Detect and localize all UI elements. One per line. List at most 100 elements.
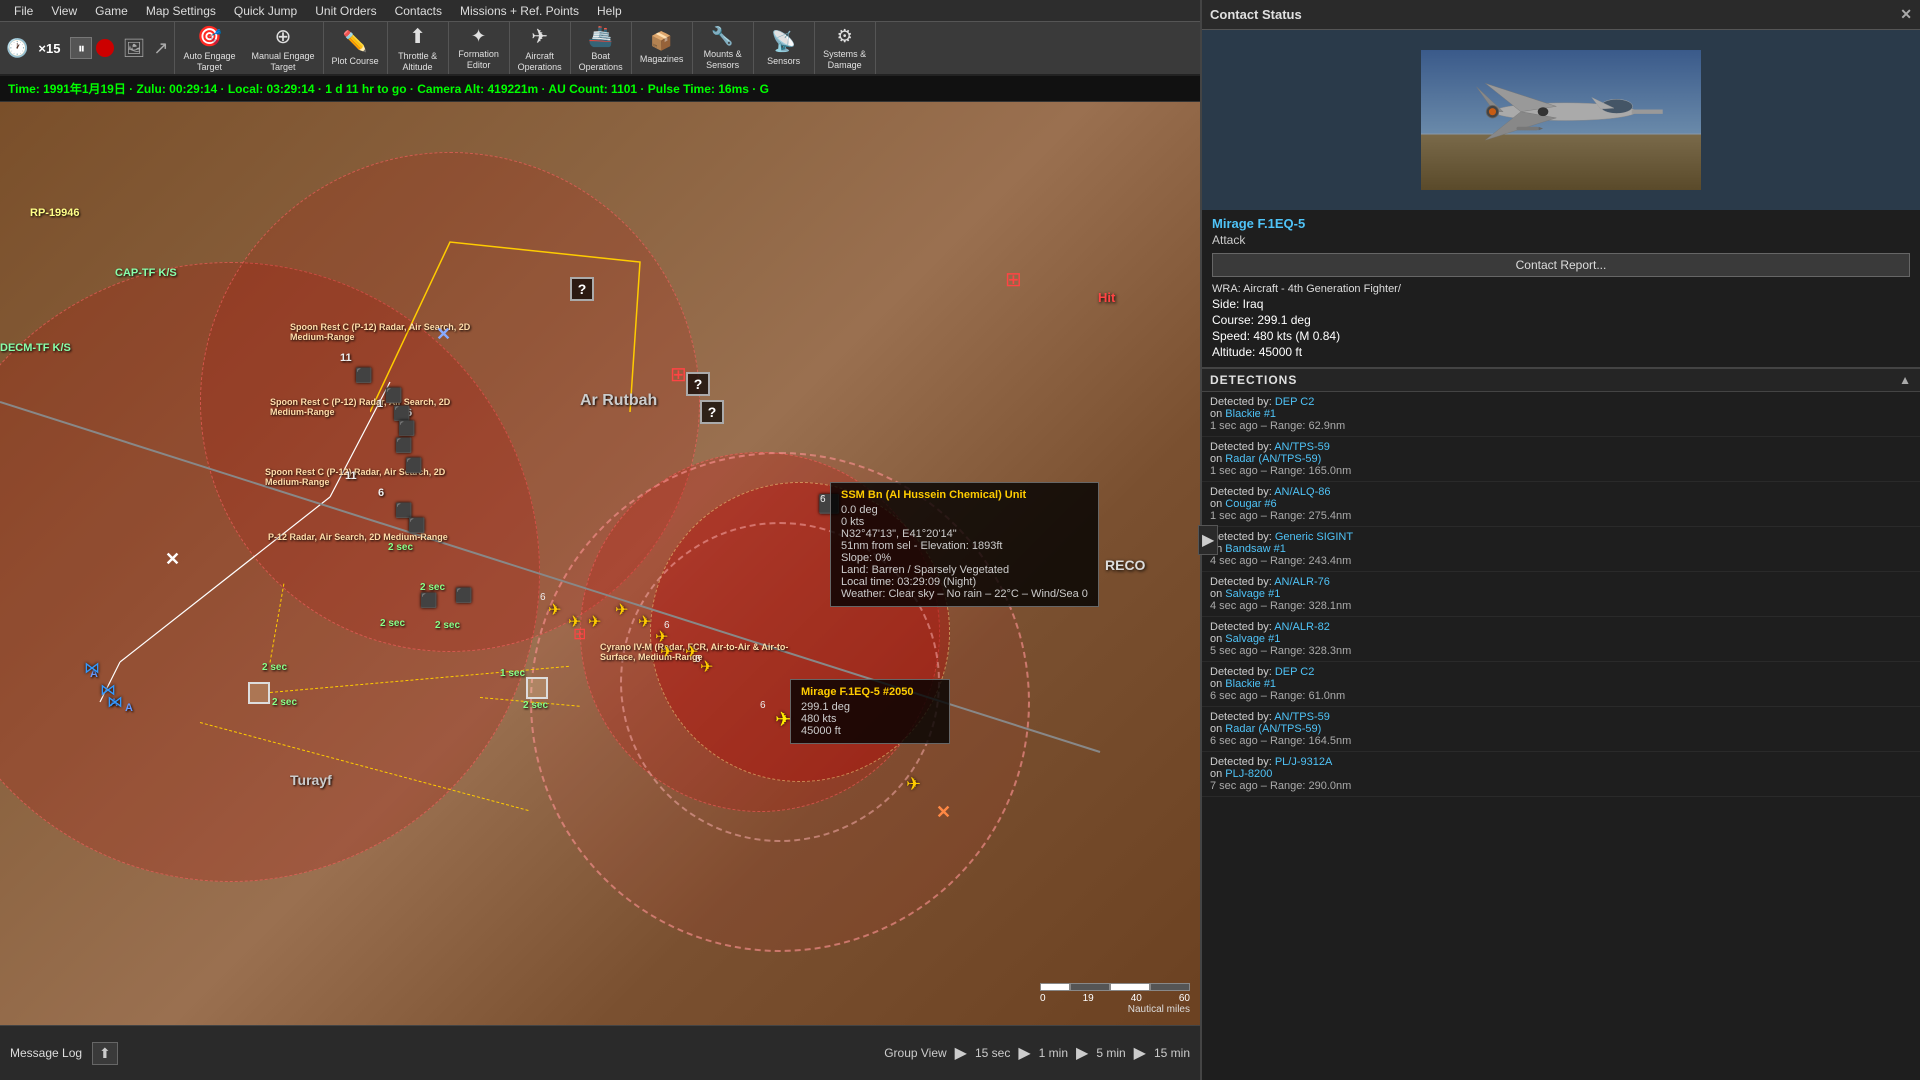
unknown-unit-3[interactable]: ? xyxy=(700,400,724,424)
det-range-8: – Range: 290.0nm xyxy=(1261,780,1352,792)
menu-map-settings[interactable]: Map Settings xyxy=(138,2,224,20)
red-unit-6[interactable]: ⬛ xyxy=(405,457,422,474)
magazines-button[interactable]: 📦 Magazines xyxy=(632,22,692,74)
red-unit-5[interactable]: ⬛ xyxy=(395,437,412,454)
boat-ops-button[interactable]: 🚢 BoatOperations xyxy=(571,22,631,74)
yellow-unit-7[interactable]: ✈ xyxy=(660,642,673,662)
red-unit-large-1[interactable]: ⊞ xyxy=(670,362,687,387)
unknown-unit-2[interactable]: ? xyxy=(686,372,710,396)
blue-unit-1[interactable]: ⋈ xyxy=(84,658,100,678)
blue-unit-3[interactable]: ⋈ xyxy=(107,692,123,712)
systems-damage-button[interactable]: ⚙ Systems &Damage xyxy=(815,22,875,74)
mounts-button[interactable]: 🔧 Mounts &Sensors xyxy=(693,22,753,74)
mounts-label: Mounts &Sensors xyxy=(704,49,742,71)
det-on-4[interactable]: Salvage #1 xyxy=(1225,588,1280,600)
play-1min[interactable]: ▶ xyxy=(1018,1043,1030,1063)
screenshot-icon[interactable]: 🖼 xyxy=(122,38,145,59)
waypoint-1[interactable] xyxy=(248,682,270,704)
toolbar-group-sensors: 📡 Sensors xyxy=(754,22,815,74)
auto-engage-button[interactable]: 🎯 Auto EngageTarget xyxy=(175,22,243,74)
det-on-5[interactable]: Salvage #1 xyxy=(1225,633,1280,645)
message-log-label[interactable]: Message Log xyxy=(10,1046,82,1060)
expand-map-button[interactable]: ▶ xyxy=(1198,525,1218,555)
time-label-7: 2 sec xyxy=(272,697,297,708)
crosshair-white-1[interactable]: ✕ xyxy=(165,549,180,570)
toolbar-group-engage: 🎯 Auto EngageTarget ⊕ Manual EngageTarge… xyxy=(175,22,323,74)
play-15min[interactable]: ▶ xyxy=(1134,1043,1146,1063)
yellow-unit-2[interactable]: ✈ xyxy=(568,612,581,632)
sensors-button[interactable]: 📡 Sensors xyxy=(754,22,814,74)
waypoint-2[interactable] xyxy=(526,677,548,699)
play-5min[interactable]: ▶ xyxy=(1076,1043,1088,1063)
yellow-unit-5[interactable]: ✈ xyxy=(638,612,651,632)
menu-file[interactable]: File xyxy=(6,2,41,20)
detections-list[interactable]: Detected by: DEP C2 on Blackie #1 1 sec … xyxy=(1202,392,1920,1080)
det-on-3[interactable]: Bandsaw #1 xyxy=(1225,543,1286,555)
unit-count-5: 6 xyxy=(378,487,384,499)
menu-unit-orders[interactable]: Unit Orders xyxy=(307,2,384,20)
formation-editor-button[interactable]: ✦ FormationEditor xyxy=(449,22,509,74)
scale-line xyxy=(1040,983,1190,991)
det-time-0: 1 sec ago xyxy=(1210,420,1258,432)
plot-course-button[interactable]: ✏️ Plot Course xyxy=(324,22,387,74)
det-on-6[interactable]: Blackie #1 xyxy=(1225,678,1276,690)
detections-collapse[interactable]: ▲ xyxy=(1899,373,1912,387)
detection-item-2: Detected by: AN/ALQ-86 on Cougar #6 1 se… xyxy=(1202,482,1920,527)
yellow-unit-1[interactable]: ✈ xyxy=(548,600,561,620)
manual-engage-button[interactable]: ⊕ Manual EngageTarget xyxy=(243,22,322,74)
det-by-1[interactable]: AN/TPS-59 xyxy=(1274,441,1330,453)
crosshair-blue-1[interactable]: ✕ xyxy=(436,324,451,345)
red-unit-9[interactable]: ⬛ xyxy=(455,587,472,604)
red-unit-4[interactable]: ⬛ xyxy=(398,420,415,437)
red-unit-1[interactable]: ⬛ xyxy=(355,367,372,384)
sensors-label: Sensors xyxy=(767,56,800,67)
menu-contacts[interactable]: Contacts xyxy=(387,2,450,20)
det-on-0[interactable]: Blackie #1 xyxy=(1225,408,1276,420)
menu-missions[interactable]: Missions + Ref. Points xyxy=(452,2,587,20)
det-on-8[interactable]: PLJ-8200 xyxy=(1225,768,1272,780)
det-on-7[interactable]: Radar (AN/TPS-59) xyxy=(1225,723,1321,735)
yellow-unit-4[interactable]: ✈ xyxy=(615,600,628,620)
unknown-unit-1[interactable]: ? xyxy=(570,277,594,301)
yellow-unit-9[interactable]: ✈ xyxy=(700,657,713,677)
det-by-0[interactable]: DEP C2 xyxy=(1275,396,1315,408)
det-by-8[interactable]: PL/J-9312A xyxy=(1275,756,1332,768)
throttle-button[interactable]: ⬆ Throttle &Altitude xyxy=(388,22,448,74)
red-unit-8[interactable]: ⬛ xyxy=(408,517,425,534)
red-unit-large-2[interactable]: ⊞ xyxy=(1005,267,1022,292)
info-row-speed: Speed: 480 kts (M 0.84) xyxy=(1212,329,1910,343)
det-by-4[interactable]: AN/ALR-76 xyxy=(1274,576,1330,588)
menu-view[interactable]: View xyxy=(43,2,85,20)
det-by-6[interactable]: DEP C2 xyxy=(1275,666,1315,678)
red-unit-2[interactable]: ⬛ xyxy=(385,387,402,404)
pointer-icon[interactable]: ↗ xyxy=(153,38,168,59)
det-by-7[interactable]: AN/TPS-59 xyxy=(1274,711,1330,723)
unit-count-2: 11 xyxy=(345,470,357,482)
menu-game[interactable]: Game xyxy=(87,2,136,20)
play-15sec[interactable]: ▶ xyxy=(955,1043,967,1063)
map-area[interactable]: Ar Rutbah Turayf RP-19946 CAP-TF K/S DEC… xyxy=(0,102,1200,1080)
upload-button[interactable]: ⬆ xyxy=(92,1042,118,1065)
menu-help[interactable]: Help xyxy=(589,2,630,20)
det-range-0: – Range: 62.9nm xyxy=(1261,420,1345,432)
contact-report-button[interactable]: Contact Report... xyxy=(1212,253,1910,277)
scale-19: 19 xyxy=(1083,993,1094,1004)
toolbar-group-formation: ✦ FormationEditor xyxy=(449,22,510,74)
toolbar-time-controls: 🕐 ×15 ⏸ 🖼 ↗ xyxy=(0,22,175,74)
contact-status-close[interactable]: ✕ xyxy=(1900,6,1912,23)
aircraft-ops-button[interactable]: ✈ AircraftOperations xyxy=(510,22,570,74)
pause-button[interactable]: ⏸ xyxy=(70,37,92,59)
mirage-unit-name: Mirage F.1EQ-5 #2050 xyxy=(801,686,939,698)
det-on-2[interactable]: Cougar #6 xyxy=(1225,498,1276,510)
det-on-1[interactable]: Radar (AN/TPS-59) xyxy=(1225,453,1321,465)
menu-quick-jump[interactable]: Quick Jump xyxy=(226,2,305,20)
record-button[interactable] xyxy=(96,39,114,57)
det-by-3[interactable]: Generic SIGINT xyxy=(1275,531,1353,543)
yellow-unit-3[interactable]: ✈ xyxy=(588,612,601,632)
yellow-unit-lone[interactable]: ✈ xyxy=(906,774,921,795)
contact-unit-name[interactable]: Mirage F.1EQ-5 xyxy=(1212,216,1910,231)
det-by-2[interactable]: AN/ALQ-86 xyxy=(1274,486,1330,498)
red-unit-10[interactable]: ⬛ xyxy=(420,592,437,609)
crosshair-orange-1[interactable]: ✕ xyxy=(936,802,951,823)
det-by-5[interactable]: AN/ALR-82 xyxy=(1274,621,1330,633)
